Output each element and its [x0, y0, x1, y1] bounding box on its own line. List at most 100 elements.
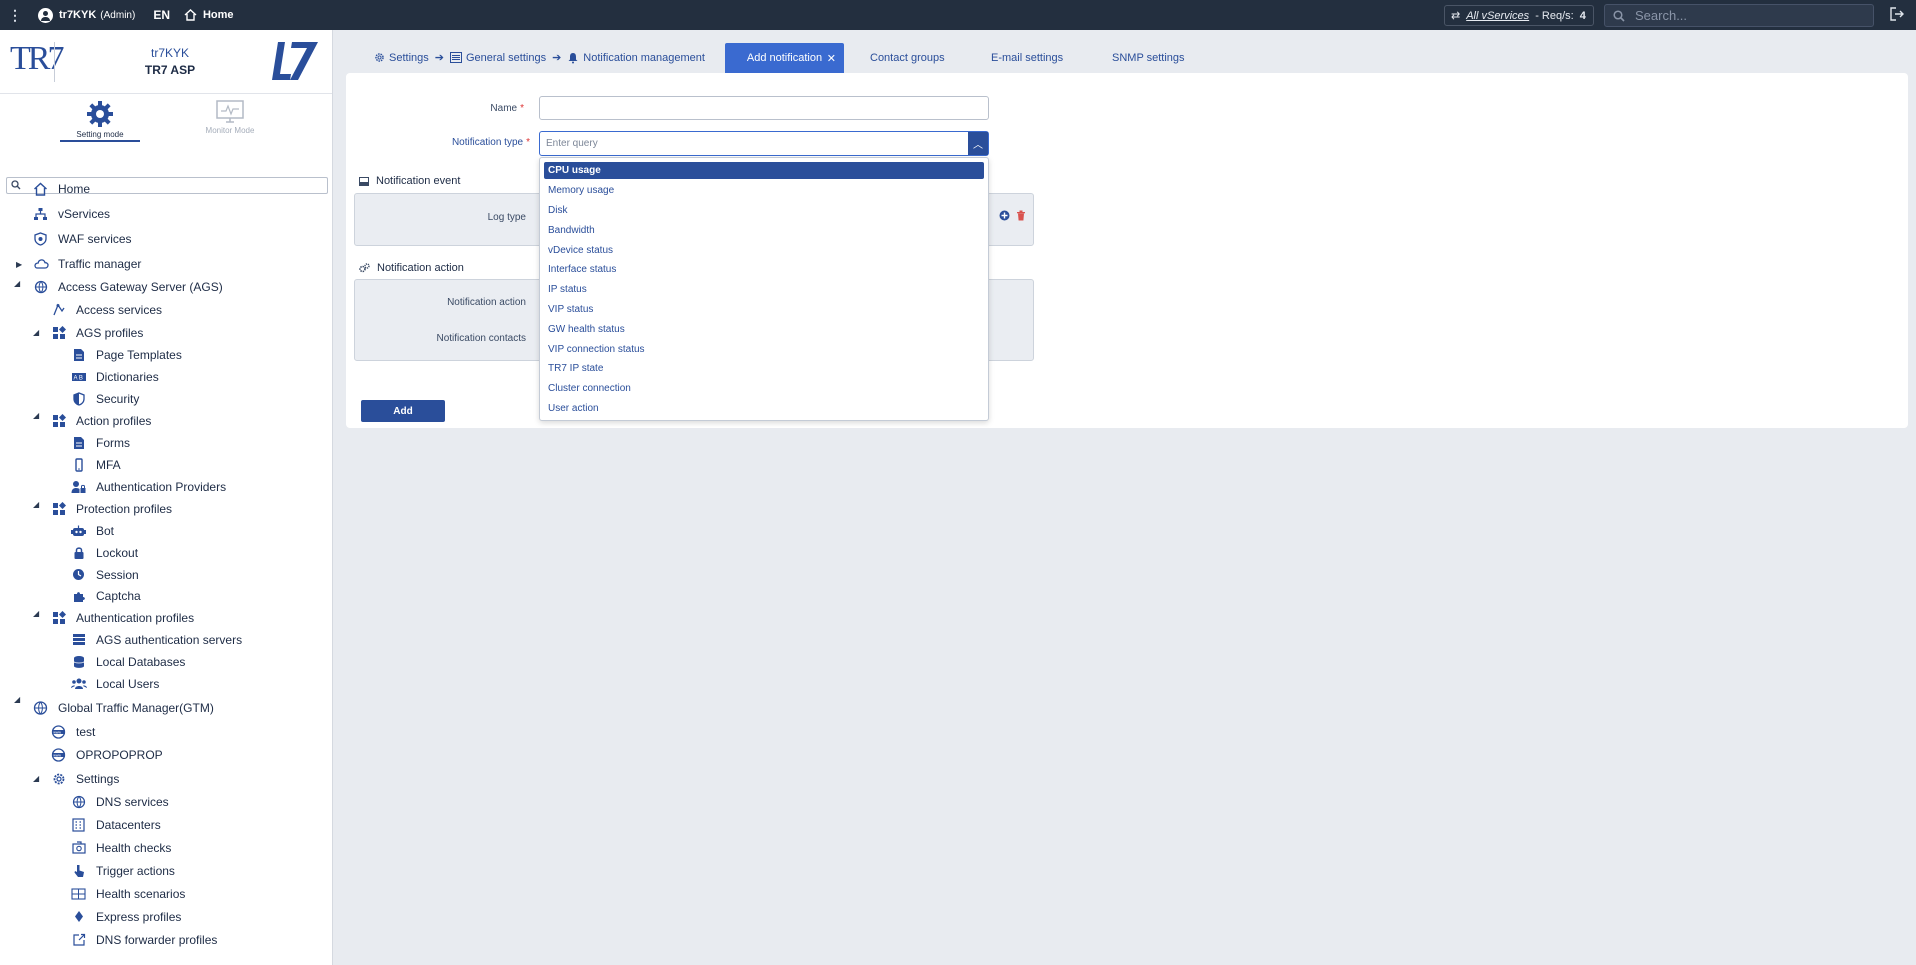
- sidebar-item-local-databases[interactable]: Local Databases: [70, 654, 185, 669]
- sidebar-item-label: Forms: [96, 435, 130, 450]
- inbox-icon: [359, 176, 369, 186]
- dropdown-option[interactable]: TR7 IP state: [544, 360, 984, 377]
- breadcrumb-settings[interactable]: Settings: [389, 52, 429, 64]
- notification-action-title: Notification action: [359, 262, 464, 274]
- setting-mode-button[interactable]: Setting mode: [60, 100, 140, 142]
- tab-add-notification[interactable]: Add notification ✕: [725, 43, 844, 73]
- sidebar-item-home[interactable]: Home: [32, 181, 90, 196]
- collapse-caret-protection-profiles[interactable]: ◢: [33, 500, 39, 509]
- dropdown-option[interactable]: IP status: [544, 281, 984, 298]
- sidebar-item-captcha[interactable]: Captcha: [70, 588, 141, 603]
- breadcrumb-general-settings[interactable]: General settings: [466, 52, 546, 64]
- collapse-caret-ags-profiles[interactable]: ◢: [33, 328, 39, 337]
- collapse-caret-settings[interactable]: ◢: [33, 774, 39, 783]
- dropdown-option[interactable]: Memory usage: [544, 182, 984, 199]
- lock-icon: [70, 545, 87, 560]
- sidebar-item-datacenters[interactable]: Datacenters: [70, 817, 161, 832]
- dropdown-option[interactable]: Bandwidth: [544, 222, 984, 239]
- sidebar-item-traffic-manager[interactable]: Traffic manager: [32, 256, 141, 271]
- logout-icon[interactable]: [1890, 7, 1904, 24]
- user-menu[interactable]: tr7KYK (Admin): [38, 7, 135, 23]
- trash-icon[interactable]: [1016, 210, 1026, 221]
- sidebar-item-vservices[interactable]: vServices: [32, 206, 110, 221]
- dropdown-option[interactable]: Interface status: [544, 261, 984, 278]
- sidebar-item-protection-profiles[interactable]: Protection profiles: [50, 501, 172, 516]
- sidebar-item-forms[interactable]: Forms: [70, 435, 130, 450]
- breadcrumb-notification-management[interactable]: Notification management: [583, 52, 705, 64]
- dropdown-option[interactable]: CPU usage: [544, 162, 984, 179]
- home-link[interactable]: Home: [184, 9, 234, 21]
- sidebar-item-opropoprop[interactable]: www OPROPOPROP: [50, 747, 163, 762]
- dropdown-option[interactable]: vDevice status: [544, 242, 984, 259]
- sidebar-item-waf-services[interactable]: WAF services: [32, 231, 132, 246]
- vservices-selector[interactable]: ⇄ All vServices - Req/s: 4: [1444, 5, 1594, 26]
- vservices-link[interactable]: All vServices: [1466, 10, 1529, 22]
- sidebar-item-label: AGS profiles: [76, 325, 144, 340]
- form-icon: [70, 435, 87, 450]
- sidebar-item-express-profiles[interactable]: Express profiles: [70, 909, 181, 924]
- sidebar-item-health-scenarios[interactable]: Health scenarios: [70, 886, 185, 901]
- notification-type-select[interactable]: Enter query ︿: [539, 131, 989, 156]
- globe-net-icon: [32, 700, 49, 715]
- name-input[interactable]: [539, 96, 989, 120]
- expand-caret-traffic[interactable]: ▶: [16, 260, 22, 269]
- username: tr7KYK: [59, 9, 97, 21]
- dropdown-option[interactable]: GW health status: [544, 321, 984, 338]
- sidebar-item-ags-auth-servers[interactable]: AGS authentication servers: [70, 632, 242, 647]
- collapse-caret-ags[interactable]: ◢: [14, 279, 20, 288]
- sidebar-item-mfa[interactable]: MFA: [70, 457, 121, 472]
- tab-snmp-settings[interactable]: SNMP settings: [1112, 43, 1185, 73]
- menu-dots-icon[interactable]: ⋮: [0, 7, 30, 24]
- sidebar-item-action-profiles[interactable]: Action profiles: [50, 413, 151, 428]
- close-icon[interactable]: ✕: [827, 52, 836, 65]
- notification-type-label: Notification type *: [420, 137, 530, 148]
- add-button[interactable]: Add: [361, 400, 445, 422]
- chevron-up-icon[interactable]: ︿: [968, 132, 988, 155]
- add-circle-icon[interactable]: [999, 210, 1010, 221]
- sidebar-item-label: Local Users: [96, 676, 160, 691]
- sidebar-item-authentication-profiles[interactable]: Authentication profiles: [50, 610, 194, 625]
- product-name: TR7 ASP: [144, 63, 196, 77]
- sidebar-item-security[interactable]: Security: [70, 391, 139, 406]
- diamond-icon: [70, 909, 87, 924]
- database-icon: [70, 654, 87, 669]
- dropdown-option[interactable]: User action: [544, 400, 984, 417]
- collapse-caret-action-profiles[interactable]: ◢: [33, 411, 39, 420]
- sidebar-item-lockout[interactable]: Lockout: [70, 545, 138, 560]
- sidebar-item-dns-services[interactable]: DNS services: [70, 794, 169, 809]
- forward-icon: [70, 932, 87, 947]
- sidebar-item-health-checks[interactable]: Health checks: [70, 840, 171, 855]
- sidebar-item-page-templates[interactable]: Page Templates: [70, 347, 182, 362]
- sidebar-item-gtm[interactable]: Global Traffic Manager(GTM): [32, 700, 214, 715]
- dropdown-option[interactable]: VIP connection status: [544, 341, 984, 358]
- dropdown-option[interactable]: VIP status: [544, 301, 984, 318]
- sidebar-item-dns-forwarder-profiles[interactable]: DNS forwarder profiles: [70, 932, 217, 947]
- monitor-mode-label: Monitor Mode: [205, 126, 255, 135]
- sidebar-item-session[interactable]: Session: [70, 567, 139, 582]
- collapse-caret-gtm[interactable]: ◢: [14, 695, 20, 704]
- sidebar-item-dictionaries[interactable]: A B Dictionaries: [70, 369, 159, 384]
- monitor-mode-button[interactable]: Monitor Mode: [190, 100, 270, 135]
- sidebar-item-trigger-actions[interactable]: Trigger actions: [70, 863, 175, 878]
- sidebar-item-label: test: [76, 724, 96, 739]
- global-search-input[interactable]: Search...: [1604, 4, 1874, 27]
- sidebar-item-authentication-providers[interactable]: Authentication Providers: [70, 479, 226, 494]
- user-lock-icon: [70, 479, 87, 494]
- sidebar-item-label: Dictionaries: [96, 369, 159, 384]
- dropdown-option[interactable]: Cluster connection: [544, 380, 984, 397]
- sidebar-item-ags-profiles[interactable]: AGS profiles: [50, 325, 143, 340]
- tab-contact-groups[interactable]: Contact groups: [870, 43, 945, 73]
- sidebar-item-test[interactable]: www test: [50, 724, 95, 739]
- sidebar-item-bot[interactable]: Bot: [70, 523, 114, 538]
- dropdown-option[interactable]: Disk: [544, 202, 984, 219]
- language-selector[interactable]: EN: [153, 8, 170, 22]
- tab-email-settings[interactable]: E-mail settings: [991, 43, 1063, 73]
- svg-text:www: www: [53, 730, 61, 734]
- name-label-text: Name: [490, 103, 518, 114]
- sidebar-item-settings[interactable]: Settings: [50, 771, 119, 786]
- sidebar-item-local-users[interactable]: Local Users: [70, 676, 159, 691]
- sidebar-item-ags[interactable]: Access Gateway Server (AGS): [32, 279, 223, 294]
- dictionary-icon: A B: [70, 369, 87, 384]
- collapse-caret-auth-profiles[interactable]: ◢: [33, 609, 39, 618]
- sidebar-item-access-services[interactable]: Access services: [50, 302, 162, 317]
